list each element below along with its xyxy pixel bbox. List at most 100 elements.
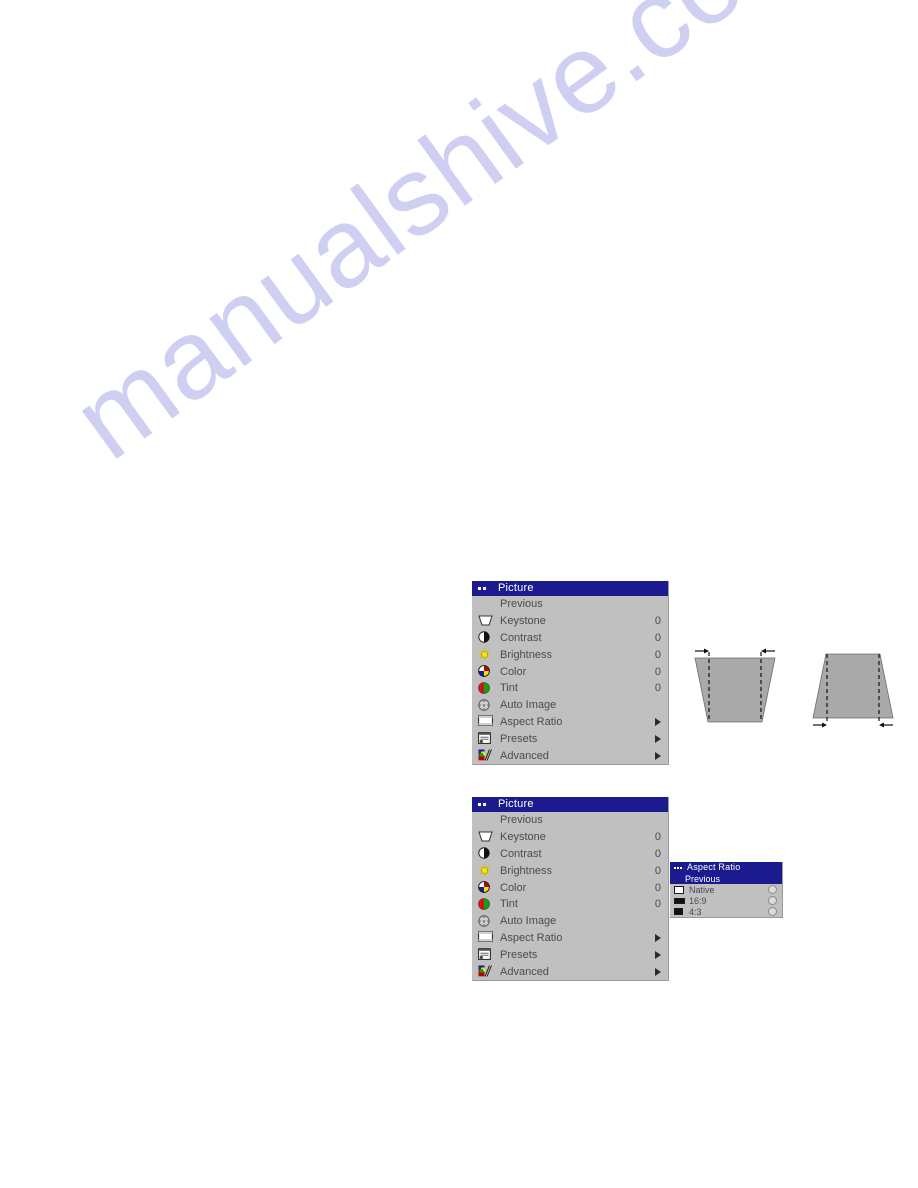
menu-item-advanced[interactable]: Advanced (472, 747, 668, 764)
picture-menu-bottom[interactable]: Picture Previous Keystone 0 Contrast 0 Brightn… (472, 797, 669, 981)
auto-image-icon: e (478, 914, 495, 928)
menu-item-auto-image[interactable]: e Auto Image (472, 913, 668, 930)
menu-item-label: Presets (500, 732, 538, 745)
menu-item-label: Contrast (500, 631, 542, 644)
keystone-figures (690, 640, 902, 736)
radio-button[interactable] (768, 896, 777, 905)
menu-item-advanced[interactable]: Advanced (472, 963, 668, 980)
menu-item-label: Brightness (500, 864, 552, 877)
chevron-right-icon[interactable] (655, 734, 661, 743)
menu-item-value: 0 (654, 665, 661, 678)
aspect-ratio-icon (478, 715, 495, 728)
keystone-narrow-top-figure (812, 653, 894, 728)
advanced-icon (478, 965, 495, 978)
menu-item-label: Keystone (500, 831, 546, 844)
menu-item-label: Aspect Ratio (500, 715, 563, 728)
submenu-item-previous[interactable]: Previous (670, 873, 782, 884)
menu-item-label: Tint (500, 898, 518, 911)
menu-item-contrast[interactable]: Contrast 0 (472, 846, 668, 863)
radio-button[interactable] (768, 907, 777, 916)
submenu-title-bar: Aspect Ratio (670, 862, 782, 873)
submenu-level-dots-icon (674, 866, 682, 869)
aspect-chip-icon (674, 897, 685, 904)
menu-item-label: Auto Image (500, 699, 557, 712)
menu-item-label: Advanced (500, 749, 549, 762)
aspect-ratio-icon (478, 931, 495, 944)
submenu-option-label: 16:9 (689, 895, 707, 906)
menu-item-auto-image[interactable]: e Auto Image (472, 697, 668, 714)
svg-text:e: e (483, 703, 486, 709)
menu-item-label: Color (500, 881, 527, 894)
menu-item-label: Presets (500, 948, 538, 961)
menu-item-aspect-ratio[interactable]: Aspect Ratio (472, 714, 668, 731)
keystone-icon (478, 831, 495, 844)
chevron-right-icon[interactable] (655, 933, 661, 942)
arrow-head-bottom-left (822, 722, 827, 728)
submenu-item-label: Previous (685, 873, 721, 884)
menu-level-dots-icon (478, 587, 486, 590)
menu-title-bar: Picture (472, 797, 668, 812)
menu-item-color[interactable]: Color 0 (472, 879, 668, 896)
arrow-head-bottom-right (879, 722, 884, 728)
menu-item-value: 0 (654, 615, 661, 628)
submenu-option-4-3[interactable]: 4:3 (670, 906, 782, 917)
contrast-icon (478, 631, 495, 644)
submenu-option-label: Native (689, 884, 715, 895)
submenu-option-16-9[interactable]: 16:9 (670, 895, 782, 906)
aspect-ratio-submenu[interactable]: Aspect Ratio Previous Native 16:9 4:3 (670, 862, 783, 918)
menu-item-previous[interactable]: Previous (472, 812, 668, 829)
chevron-right-icon[interactable] (655, 967, 661, 976)
menu-item-value: 0 (654, 847, 661, 860)
menu-item-value: 0 (654, 864, 661, 877)
chevron-right-icon[interactable] (655, 751, 661, 760)
menu-item-brightness[interactable]: Brightness 0 (472, 862, 668, 879)
arrow-head-top-right (761, 648, 766, 654)
menu-title-label: Picture (498, 798, 534, 810)
menu-item-presets[interactable]: Presets (472, 946, 668, 963)
tint-icon (478, 898, 495, 911)
keystone-narrow-bottom-figure (694, 648, 776, 723)
menu-item-label: Previous (500, 814, 543, 827)
keystone-icon (478, 615, 495, 628)
menu-item-value: 0 (654, 682, 661, 695)
submenu-option-label: 4:3 (689, 906, 702, 917)
menu-item-label: Brightness (500, 648, 552, 661)
menu-item-value: 0 (654, 898, 661, 911)
radio-button[interactable] (768, 885, 777, 894)
tint-icon (478, 682, 495, 695)
svg-text:e: e (483, 919, 486, 925)
menu-item-keystone[interactable]: Keystone 0 (472, 613, 668, 630)
submenu-option-native[interactable]: Native (670, 884, 782, 895)
site-watermark: manualshive.com (51, 0, 842, 483)
menu-item-label: Advanced (500, 965, 549, 978)
aspect-chip-icon (674, 885, 685, 894)
color-icon (478, 665, 495, 678)
menu-item-label: Color (500, 665, 527, 678)
arrow-head-top-left (704, 648, 709, 654)
menu-item-previous[interactable]: Previous (472, 596, 668, 613)
menu-item-value: 0 (654, 831, 661, 844)
presets-icon (478, 948, 495, 961)
picture-menu-top[interactable]: Picture Previous Keystone 0 Contrast 0 Brightn… (472, 581, 669, 765)
menu-item-contrast[interactable]: Contrast 0 (472, 630, 668, 647)
trapezoid-narrow-top (812, 653, 894, 719)
menu-title-label: Picture (498, 582, 534, 594)
menu-item-brightness[interactable]: Brightness 0 (472, 646, 668, 663)
auto-image-icon: e (478, 698, 495, 712)
menu-item-color[interactable]: Color 0 (472, 663, 668, 680)
menu-item-label: Contrast (500, 847, 542, 860)
trapezoid-narrow-bottom (694, 657, 776, 723)
menu-title-bar: Picture (472, 581, 668, 596)
menu-item-presets[interactable]: Presets (472, 730, 668, 747)
chevron-right-icon[interactable] (655, 717, 661, 726)
menu-item-label: Previous (500, 598, 543, 611)
menu-item-tint[interactable]: Tint 0 (472, 896, 668, 913)
brightness-icon (478, 648, 495, 661)
chevron-right-icon[interactable] (655, 950, 661, 959)
menu-item-label: Keystone (500, 615, 546, 628)
menu-item-tint[interactable]: Tint 0 (472, 680, 668, 697)
menu-item-keystone[interactable]: Keystone 0 (472, 829, 668, 846)
brightness-icon (478, 864, 495, 877)
menu-item-aspect-ratio[interactable]: Aspect Ratio (472, 930, 668, 947)
menu-item-value: 0 (654, 648, 661, 661)
